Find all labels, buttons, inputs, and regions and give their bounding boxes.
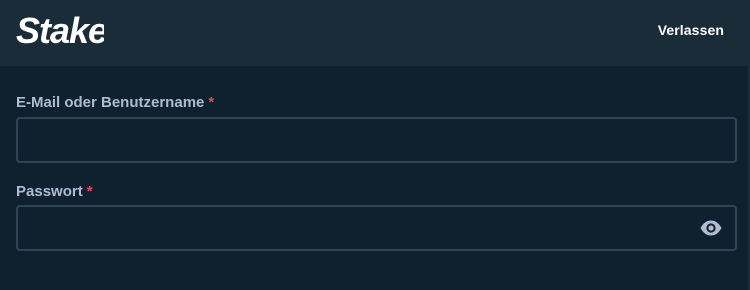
email-field[interactable]: [18, 119, 735, 161]
email-field-wrapper: [16, 117, 737, 163]
exit-button[interactable]: Verlassen: [658, 22, 724, 38]
password-label-text: Passwort: [16, 183, 83, 200]
stake-logo[interactable]: Stake: [14, 3, 104, 55]
email-label: E-Mail oder Benutzername *: [16, 94, 214, 111]
eye-icon[interactable]: [699, 217, 723, 239]
svg-text:Stake: Stake: [16, 10, 104, 51]
top-bar: Stake Verlassen: [0, 0, 750, 66]
login-form: E-Mail oder Benutzername * Passwort *: [0, 66, 750, 290]
password-label: Passwort *: [16, 183, 93, 200]
password-field[interactable]: [18, 207, 735, 249]
password-required-mark: *: [86, 183, 93, 200]
password-field-wrapper: [16, 205, 737, 251]
email-label-text: E-Mail oder Benutzername: [16, 94, 205, 111]
email-required-mark: *: [208, 94, 215, 111]
